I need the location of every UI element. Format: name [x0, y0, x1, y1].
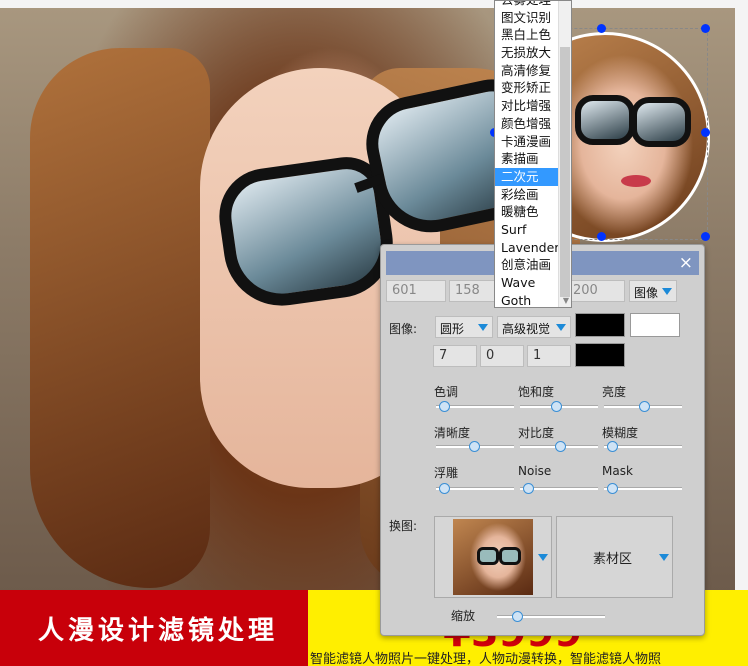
material-box[interactable]: 素材区: [556, 516, 673, 598]
banner-bottom-text: 智能滤镜人物照片一键处理，人物动漫转换，智能滤镜人物照: [310, 652, 662, 666]
y-field[interactable]: 158: [449, 280, 497, 302]
hue-slider[interactable]: [436, 401, 514, 412]
slider-knob[interactable]: [511, 611, 523, 622]
resize-handle-bottom[interactable]: [597, 232, 606, 241]
resize-handle-right[interactable]: [701, 128, 710, 137]
noise-label: Noise: [518, 464, 552, 478]
color-swatch-black[interactable]: [575, 313, 625, 337]
hair-left: [30, 48, 210, 588]
close-icon[interactable]: ×: [679, 253, 693, 273]
quality-select-value: 高级视觉: [502, 322, 551, 336]
blur-label: 模糊度: [602, 426, 639, 440]
slider-knob[interactable]: [523, 483, 535, 494]
mask-label: Mask: [602, 464, 633, 478]
banner-title-block: 人漫设计滤镜处理: [0, 590, 308, 666]
slider-knob[interactable]: [638, 401, 650, 412]
chevron-down-icon: [478, 324, 488, 331]
number-field-3[interactable]: 1: [527, 345, 571, 367]
number-field-2[interactable]: 0: [480, 345, 524, 367]
slider-knob[interactable]: [554, 441, 566, 452]
filter-style-list[interactable]: 去雾处理图文识别黑白上色无损放大高清修复变形矫正对比增强颜色增强卡通漫画素描画二…: [494, 0, 572, 308]
contrast-label: 对比度: [518, 426, 555, 440]
mask-slider[interactable]: [604, 483, 682, 494]
shape-select[interactable]: 圆形: [435, 316, 493, 338]
scrollbar-thumb[interactable]: [560, 47, 570, 297]
chevron-down-icon: [662, 288, 672, 295]
brightness-slider[interactable]: [604, 401, 682, 412]
chevron-down-icon[interactable]: [659, 554, 669, 561]
banner-title: 人漫设计滤镜处理: [38, 616, 279, 646]
chevron-down-icon: [556, 324, 566, 331]
resize-handle-bottom-right[interactable]: [701, 232, 710, 241]
sharpness-slider[interactable]: [436, 441, 514, 452]
swap-thumbnail: [453, 519, 533, 595]
height-field[interactable]: 200: [567, 280, 625, 302]
color-swatch-black-2[interactable]: [575, 343, 625, 367]
swap-image-box[interactable]: [434, 516, 552, 598]
slider-knob[interactable]: [439, 483, 451, 494]
number-field-1[interactable]: 7: [433, 345, 477, 367]
noise-slider[interactable]: [520, 483, 598, 494]
emboss-label: 浮雕: [434, 466, 459, 480]
image-label: 图像:: [389, 322, 418, 336]
resize-handle-top[interactable]: [597, 24, 606, 33]
hue-label: 色调: [434, 385, 459, 399]
slider-knob[interactable]: [551, 401, 563, 412]
resize-handle-top-right[interactable]: [701, 24, 710, 33]
thumb-glass: [477, 547, 499, 565]
slider-knob[interactable]: [439, 401, 451, 412]
slider-knob[interactable]: [607, 483, 619, 494]
slider-knob[interactable]: [469, 441, 481, 452]
thumb-glass: [499, 547, 521, 565]
contrast-slider[interactable]: [520, 441, 598, 452]
blur-slider[interactable]: [604, 441, 682, 452]
x-field[interactable]: 601: [386, 280, 446, 302]
sharpness-label: 清晰度: [434, 426, 471, 440]
brightness-label: 亮度: [602, 385, 627, 399]
scroll-down-arrow-icon[interactable]: ▼: [563, 296, 569, 305]
quality-select[interactable]: 高级视觉: [497, 316, 571, 338]
type-select[interactable]: 图像: [629, 280, 677, 302]
editor-canvas[interactable]: 人漫设计滤镜处理 ¥3999 智能滤镜人物照片一键处理，人物动漫转换，智能滤镜人…: [0, 0, 748, 666]
saturation-label: 饱和度: [518, 385, 555, 399]
zoom-slider[interactable]: [497, 611, 605, 622]
zoom-label: 缩放: [451, 609, 476, 623]
list-scrollbar[interactable]: ▼: [558, 1, 571, 307]
saturation-slider[interactable]: [520, 401, 598, 412]
material-label: 素材区: [593, 552, 633, 567]
slider-knob[interactable]: [607, 441, 619, 452]
emboss-slider[interactable]: [436, 483, 514, 494]
top-strip: [0, 0, 748, 8]
type-select-value: 图像: [634, 286, 659, 300]
shape-select-value: 圆形: [440, 322, 465, 336]
color-swatch-white[interactable]: [630, 313, 680, 337]
swap-label: 换图:: [389, 519, 418, 533]
chevron-down-icon[interactable]: [538, 554, 548, 561]
